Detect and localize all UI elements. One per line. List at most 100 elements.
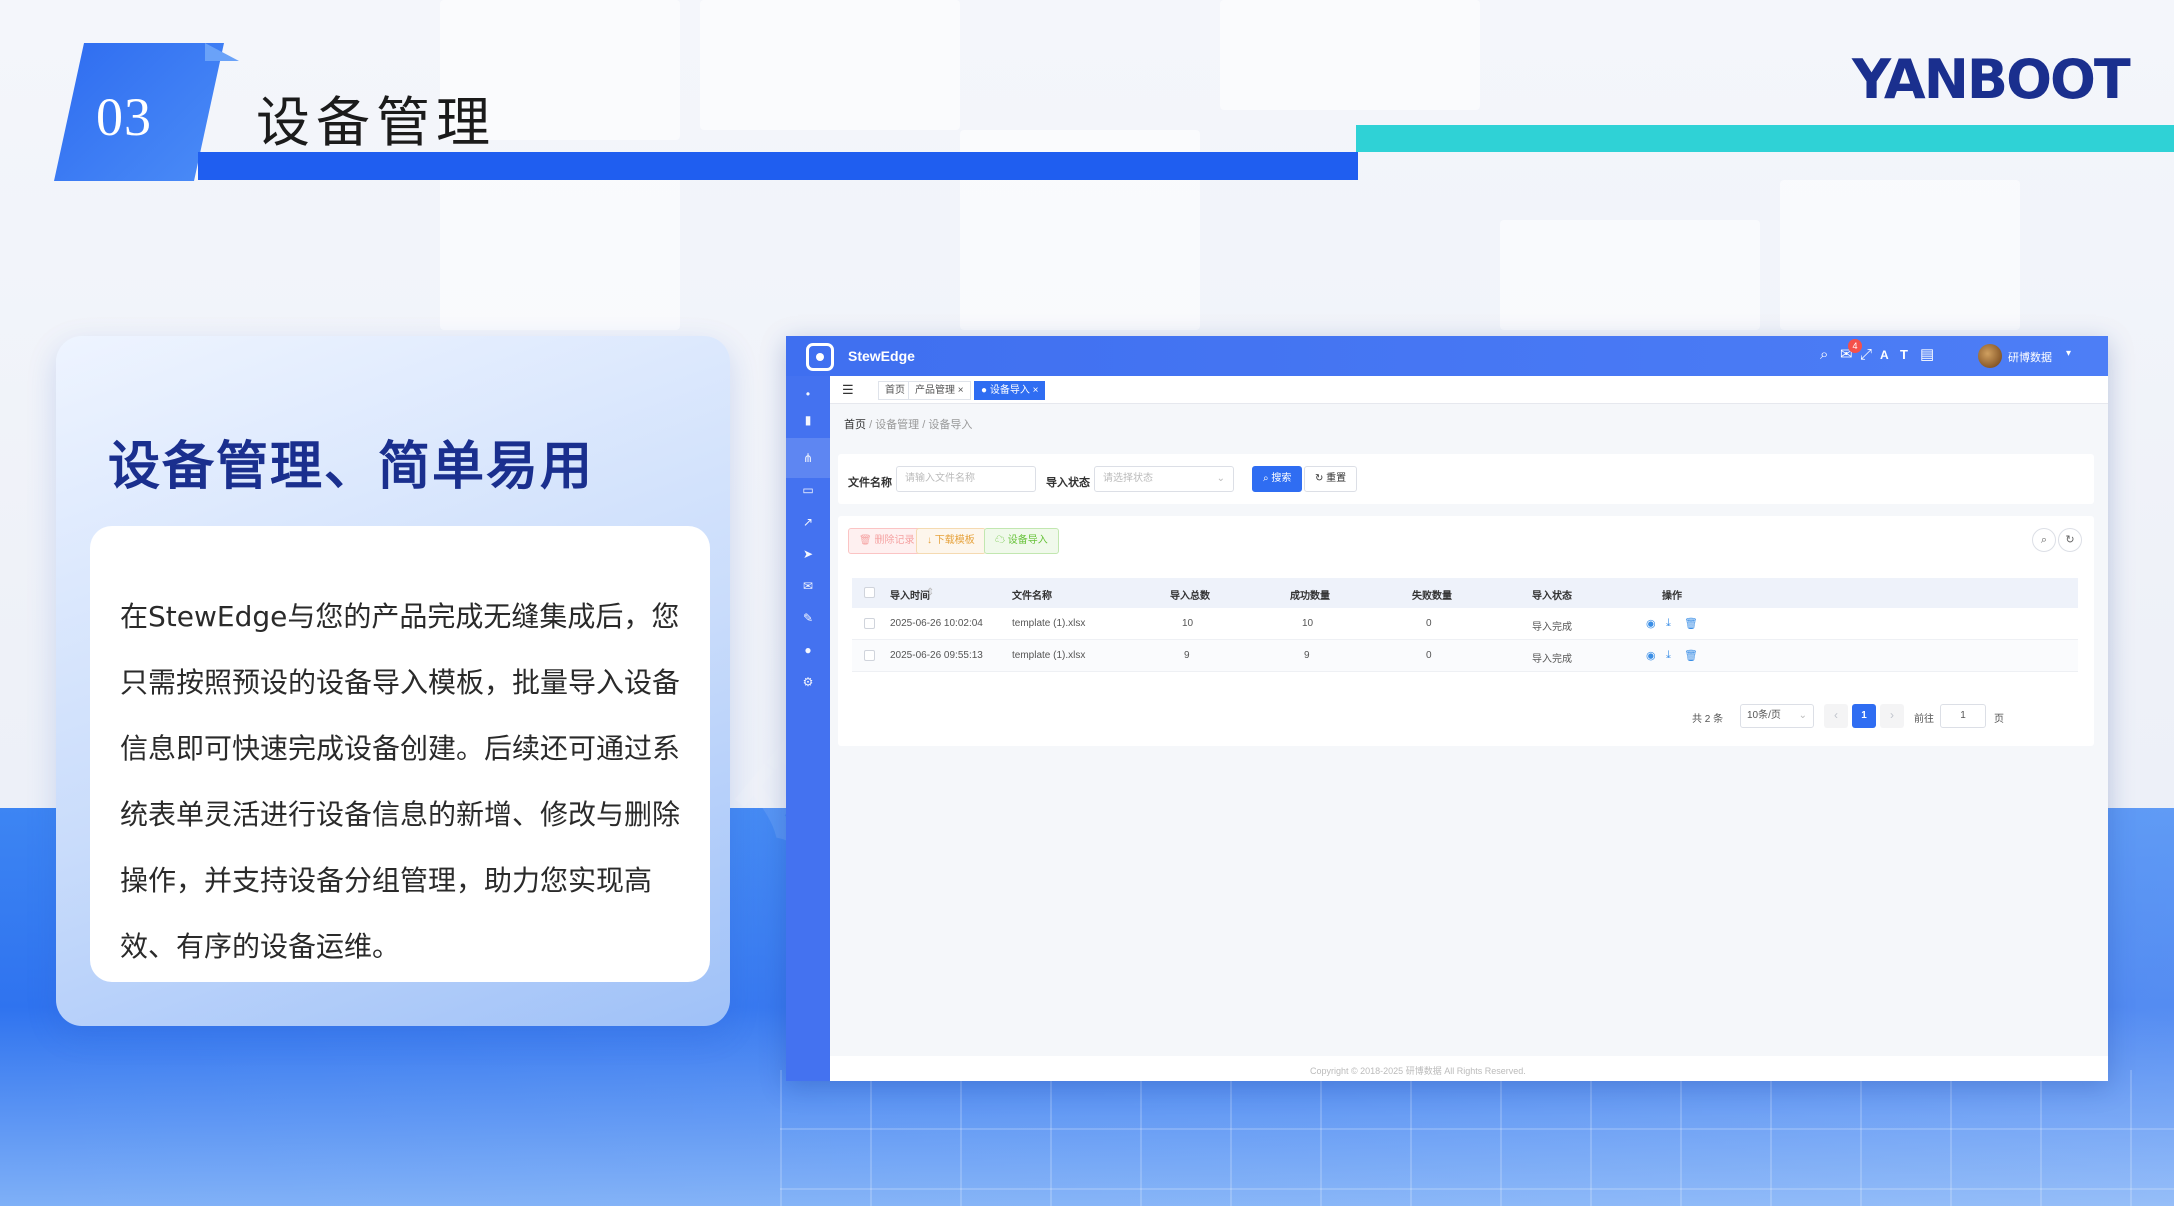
column-header: 文件名称 (1012, 591, 1052, 602)
translate-icon[interactable]: A (1880, 346, 1889, 364)
chevron-down-icon[interactable]: ▾ (2066, 348, 2071, 359)
next-page-button[interactable]: › (1880, 704, 1904, 728)
delete-records-label: 删除记录 (874, 535, 915, 546)
row-checkbox[interactable] (864, 650, 875, 661)
device-import-label: 设备导入 (1007, 535, 1048, 546)
file-name-input[interactable]: 请输入文件名称 (896, 466, 1036, 492)
building-grid-decoration (780, 1070, 2174, 1206)
breadcrumb-separator: / (922, 419, 926, 431)
chevron-down-icon: ⌄ (1798, 710, 1807, 721)
breadcrumb-home[interactable]: 首页 (844, 419, 866, 431)
download-template-label: 下载模板 (934, 535, 975, 546)
font-size-icon[interactable]: T (1900, 346, 1908, 364)
search-icon[interactable]: ⌕ (1820, 346, 1828, 364)
avatar[interactable] (1978, 344, 2002, 368)
select-all-checkbox[interactable] (864, 587, 875, 598)
tab-home[interactable]: 首页 (878, 381, 912, 400)
feature-card-text: 在StewEdge与您的产品完成无缝集成后，您只需按照预设的设备导入模板，批量导… (120, 600, 681, 963)
title-underline-teal (1356, 125, 2174, 152)
column-header: 失败数量 (1412, 591, 1452, 602)
chevron-down-icon: ⌄ (1216, 473, 1225, 484)
download-icon[interactable]: ⤓ (1666, 649, 1671, 662)
refresh-icon: ↻ (1315, 473, 1327, 484)
app-sidebar: • ▮ ⋔ ▭ ↗ ➤ ✉ ✎ ● ⚙ (786, 376, 830, 1081)
column-header: 导入状态 (1532, 591, 1572, 602)
download-template-button[interactable]: ↓ 下载模板 (916, 528, 986, 554)
total-count: 共 2 条 (1692, 714, 1724, 725)
search-toggle-icon[interactable]: ⌕ (2032, 528, 2056, 552)
mail-icon[interactable]: ✉ (786, 578, 830, 594)
table-row: 2025-06-26 09:55:13 template (1).xlsx 9 … (852, 640, 2078, 672)
copyright-text: Copyright © 2018-2025 研博数据 All Rights Re… (1310, 1066, 1526, 1076)
import-status: 导入完成 (1532, 622, 1572, 633)
app-main: ☰ 首页 产品管理 × ● 设备导入 × 首页 / 设备管理 / 设备导入 文件… (830, 376, 2108, 1081)
device-import-button[interactable]: ☁ 设备导入 (984, 528, 1059, 554)
brand-logo: YANBOOT (1852, 48, 2131, 111)
feature-card-title: 设备管理、简单易用 (108, 437, 595, 497)
reset-button-label: 重置 (1326, 473, 1347, 484)
search-button[interactable]: ⌕ 搜索 (1252, 466, 1303, 492)
import-status: 导入完成 (1532, 654, 1572, 665)
import-time: 2025-06-26 09:55:13 (890, 650, 983, 661)
app-topbar: StewEdge ⌕ ✉ 4 ⤢ A T ▤ 研博数据 ▾ (786, 336, 2108, 376)
prev-page-button[interactable]: ‹ (1824, 704, 1848, 728)
import-total: 10 (1182, 618, 1194, 629)
file-name: template (1).xlsx (1012, 650, 1086, 661)
search-button-label: 搜索 (1271, 473, 1292, 484)
bar-chart-icon[interactable]: ▮ (786, 412, 830, 428)
breadcrumb-separator: / (869, 419, 873, 431)
view-icon[interactable]: ◉ (1646, 617, 1656, 630)
table-header: 导入时间 ⇕ 文件名称 导入总数 成功数量 失败数量 导入状态 操作 (852, 578, 2078, 608)
page-size-value: 10条/页 (1747, 710, 1781, 721)
delete-icon[interactable]: 🗑 (1684, 617, 1698, 630)
title-underline-blue (198, 152, 1358, 180)
page-size-select[interactable]: 10条/页 ⌄ (1740, 704, 1814, 728)
document-icon[interactable]: ▤ (1920, 346, 1934, 364)
status-select[interactable]: 请选择状态 ⌄ (1094, 466, 1234, 492)
refresh-icon[interactable]: ↻ (2058, 528, 2082, 552)
section-number: 03 (96, 87, 152, 147)
delete-icon[interactable]: 🗑 (1684, 649, 1698, 662)
view-icon[interactable]: ◉ (1646, 649, 1656, 662)
sort-icon[interactable]: ⇕ (926, 587, 934, 598)
tab-product-management[interactable]: 产品管理 × (908, 381, 971, 400)
external-link-icon[interactable]: ↗ (786, 514, 830, 530)
column-header: 操作 (1662, 591, 1682, 602)
menu-toggle-icon[interactable]: ☰ (842, 382, 854, 398)
tab-device-import[interactable]: ● 设备导入 × (974, 381, 1046, 400)
app-logo-icon (806, 343, 834, 371)
file-name-label: 文件名称 (848, 477, 892, 489)
status-select-placeholder: 请选择状态 (1103, 473, 1153, 484)
app-name: StewEdge (848, 348, 915, 364)
monitor-icon[interactable]: ▭ (786, 482, 830, 498)
edit-icon[interactable]: ✎ (786, 610, 830, 626)
breadcrumb: 首页 / 设备管理 / 设备导入 (844, 416, 972, 432)
breadcrumb-device-management[interactable]: 设备管理 (875, 419, 919, 431)
download-icon: ↓ (927, 535, 935, 546)
goto-page-input[interactable]: 1 (1940, 704, 1986, 728)
column-header: 导入总数 (1170, 591, 1210, 602)
row-checkbox[interactable] (864, 618, 875, 629)
user-icon[interactable]: ● (786, 642, 830, 658)
file-name: template (1).xlsx (1012, 618, 1086, 629)
column-header: 成功数量 (1290, 591, 1330, 602)
table-row: 2025-06-26 10:02:04 template (1).xlsx 10… (852, 608, 2078, 640)
status-label: 导入状态 (1046, 477, 1090, 489)
reset-button[interactable]: ↻ 重置 (1304, 466, 1358, 492)
device-tree-icon[interactable]: ⋔ (786, 438, 830, 478)
fullscreen-icon[interactable]: ⤢ (1860, 346, 1872, 364)
user-name[interactable]: 研博数据 (2008, 349, 2052, 365)
app-footer: Copyright © 2018-2025 研博数据 All Rights Re… (830, 1056, 2108, 1081)
fail-count: 0 (1426, 650, 1432, 661)
download-icon[interactable]: ⤓ (1666, 617, 1671, 630)
pagination: 共 2 条 10条/页 ⌄ ‹ 1 › 前往 1 页 (1692, 704, 2092, 728)
dashboard-icon[interactable]: • (786, 386, 830, 402)
import-time: 2025-06-26 10:02:04 (890, 618, 983, 629)
delete-records-button[interactable]: 🗑 删除记录 (848, 528, 926, 554)
page-number-button[interactable]: 1 (1852, 704, 1876, 728)
search-panel: 文件名称 请输入文件名称 导入状态 请选择状态 ⌄ ⌕ 搜索 ↻ 重置 (838, 454, 2094, 504)
send-icon[interactable]: ➤ (786, 546, 830, 562)
page-suffix: 页 (1994, 714, 2004, 725)
gear-icon[interactable]: ⚙ (786, 674, 830, 690)
column-header[interactable]: 导入时间 (890, 587, 930, 602)
